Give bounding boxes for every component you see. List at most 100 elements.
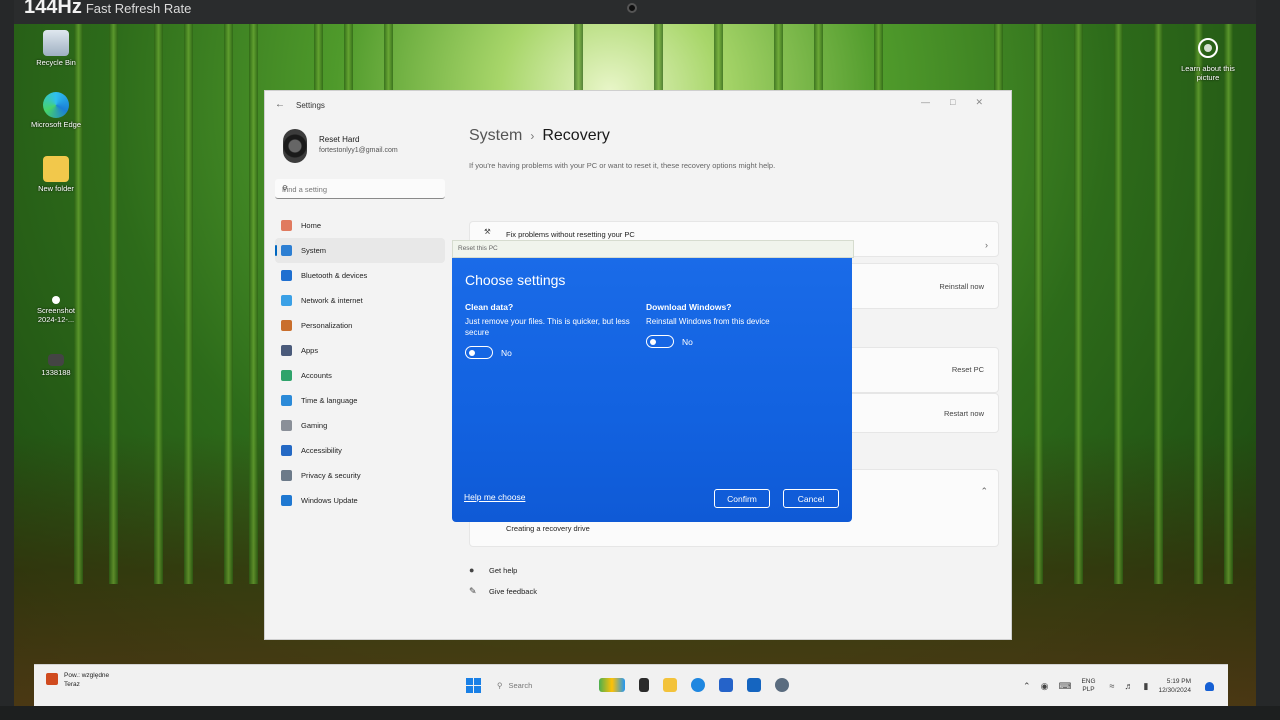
clock[interactable]: 5:19 PM 12/30/2024: [1158, 677, 1191, 695]
sidebar-item-label: Personalization: [301, 321, 353, 330]
sidebar-item-label: Privacy & security: [301, 471, 361, 480]
bamboo-stalk: [1224, 24, 1233, 584]
sidebar-item-apps[interactable]: Apps: [275, 338, 445, 363]
sidebar-item-personalization[interactable]: Personalization: [275, 313, 445, 338]
accounts-icon: [281, 370, 292, 381]
get-help-link[interactable]: ● Get help: [469, 565, 517, 575]
page-title: Recovery: [542, 127, 610, 144]
store-icon[interactable]: [719, 678, 733, 692]
notification-line1: Pow.: względne: [64, 672, 110, 679]
bamboo-stalk: [1074, 24, 1083, 584]
sidebar-item-time-language[interactable]: Time & language: [275, 388, 445, 413]
restart-now-button[interactable]: Restart now: [944, 409, 984, 418]
edge-icon[interactable]: Microsoft Edge: [30, 92, 82, 129]
bamboo-stalk: [1034, 24, 1043, 584]
battery-icon[interactable]: ▮: [1144, 681, 1149, 692]
network-icon: [281, 295, 292, 306]
reinstall-now-button[interactable]: Reinstall now: [939, 282, 984, 291]
keyboard-icon[interactable]: ⌨: [1058, 681, 1071, 692]
sidebar-item-label: Accessibility: [301, 446, 342, 455]
window-controls[interactable]: —□✕: [921, 97, 1003, 108]
file-explorer-icon[interactable]: [663, 678, 677, 692]
start-icon[interactable]: [466, 677, 481, 693]
bamboo-stalk: [154, 24, 163, 584]
edge-taskbar-icon[interactable]: [691, 678, 705, 692]
task-view-icon[interactable]: [639, 678, 649, 692]
sidebar-item-system[interactable]: System: [275, 238, 445, 263]
webcam-icon: [627, 3, 637, 13]
sidebar-item-home[interactable]: Home: [275, 213, 445, 238]
breadcrumb-parent[interactable]: System: [469, 127, 522, 144]
confirm-button[interactable]: Confirm: [714, 489, 770, 508]
taskbar-search[interactable]: ⚲ Search: [497, 677, 587, 693]
camera-icon: [1198, 38, 1218, 58]
find-setting-input[interactable]: Find a setting ⚲: [275, 179, 445, 199]
accessibility-icon: [281, 445, 292, 456]
page-description: If you're having problems with your PC o…: [469, 161, 776, 170]
sidebar-item-accessibility[interactable]: Accessibility: [275, 438, 445, 463]
widgets-icon[interactable]: [599, 678, 625, 692]
clean-data-desc: Just remove your files. This is quicker,…: [465, 317, 630, 337]
notification-badge-icon: [46, 673, 58, 685]
bamboo-stalk: [1154, 24, 1163, 584]
bamboo-stalk: [109, 24, 118, 584]
bezel-left: [0, 0, 14, 720]
sidebar-item-label: Accounts: [301, 371, 332, 380]
settings-gear-icon[interactable]: [775, 678, 789, 692]
taskbar-center: ⚲ Search: [466, 677, 803, 693]
wifi-icon[interactable]: ≈: [1110, 681, 1115, 691]
system-icon: [281, 245, 292, 256]
toggle-switch[interactable]: [465, 346, 493, 359]
give-feedback-link[interactable]: ✎ Give feedback: [469, 586, 537, 597]
download-windows-toggle[interactable]: No: [646, 335, 826, 348]
chevron-right-icon: ›: [530, 129, 535, 143]
language-indicator[interactable]: ENG PLP: [1081, 678, 1095, 694]
outlook-icon[interactable]: [747, 678, 761, 692]
bamboo-stalk: [249, 24, 258, 584]
avatar: [283, 129, 307, 163]
image-glyph-icon: [48, 354, 64, 366]
notification-bell-icon[interactable]: [1205, 681, 1214, 691]
fix-problems-label: Fix problems without resetting your PC: [506, 230, 635, 239]
recovery-drive-link[interactable]: Creating a recovery drive: [506, 524, 590, 533]
new-folder-icon[interactable]: New folder: [30, 156, 82, 193]
desktop-icon-label: Screenshot 2024-12-...: [37, 306, 75, 324]
sidebar-item-network-internet[interactable]: Network & internet: [275, 288, 445, 313]
taskbar-search-placeholder: Search: [508, 680, 533, 690]
clean-data-value: No: [501, 347, 512, 358]
screenshot-file-icon[interactable]: Screenshot 2024-12-...: [30, 296, 82, 324]
volume-icon[interactable]: ♬: [1125, 681, 1134, 691]
clock-time: 5:19 PM: [1166, 678, 1191, 685]
taskbar-notification[interactable]: Pow.: względne Teraz: [46, 671, 109, 689]
sidebar-item-privacy-security[interactable]: Privacy & security: [275, 463, 445, 488]
image-file-icon[interactable]: 1338188: [30, 354, 82, 377]
clean-data-toggle[interactable]: No: [465, 346, 645, 359]
sidebar-item-windows-update[interactable]: Windows Update: [275, 488, 445, 513]
badge-sub: Fast Refresh Rate: [85, 1, 192, 16]
bezel-right: [1256, 0, 1280, 720]
dialog-title: Choose settings: [465, 272, 566, 288]
sidebar-item-accounts[interactable]: Accounts: [275, 363, 445, 388]
profile-email: fortestonlyy1@gmail.com: [319, 147, 398, 154]
reset-pc-button[interactable]: Reset PC: [952, 365, 984, 374]
desktop-icon-label: Recycle Bin: [36, 58, 76, 67]
desktop-icon-label: Microsoft Edge: [30, 120, 82, 129]
sidebar-item-bluetooth-devices[interactable]: Bluetooth & devices: [275, 263, 445, 288]
clean-data-heading: Clean data?: [465, 302, 514, 312]
badge-main: 144Hz: [24, 0, 82, 18]
security-icon[interactable]: ◉: [1041, 681, 1049, 692]
help-me-choose-link[interactable]: Help me choose: [464, 492, 525, 502]
cancel-button[interactable]: Cancel: [783, 489, 839, 508]
recycle-bin-icon[interactable]: Recycle Bin: [30, 30, 82, 67]
clock-date: 12/30/2024: [1158, 687, 1191, 694]
toggle-switch[interactable]: [646, 335, 674, 348]
window-title: Settings: [296, 101, 325, 110]
home-icon: [281, 220, 292, 231]
learn-about-picture[interactable]: Learn about this picture: [1178, 38, 1238, 82]
chevron-up-icon[interactable]: ⌃: [1023, 681, 1031, 692]
back-arrow-icon[interactable]: ←: [275, 99, 285, 110]
sidebar-item-label: Gaming: [301, 421, 328, 430]
taskbar: Pow.: względne Teraz ⚲ Search ⌃ ◉ ⌨ ENG P…: [34, 664, 1228, 706]
give-feedback-label: Give feedback: [489, 587, 537, 596]
sidebar-item-gaming[interactable]: Gaming: [275, 413, 445, 438]
